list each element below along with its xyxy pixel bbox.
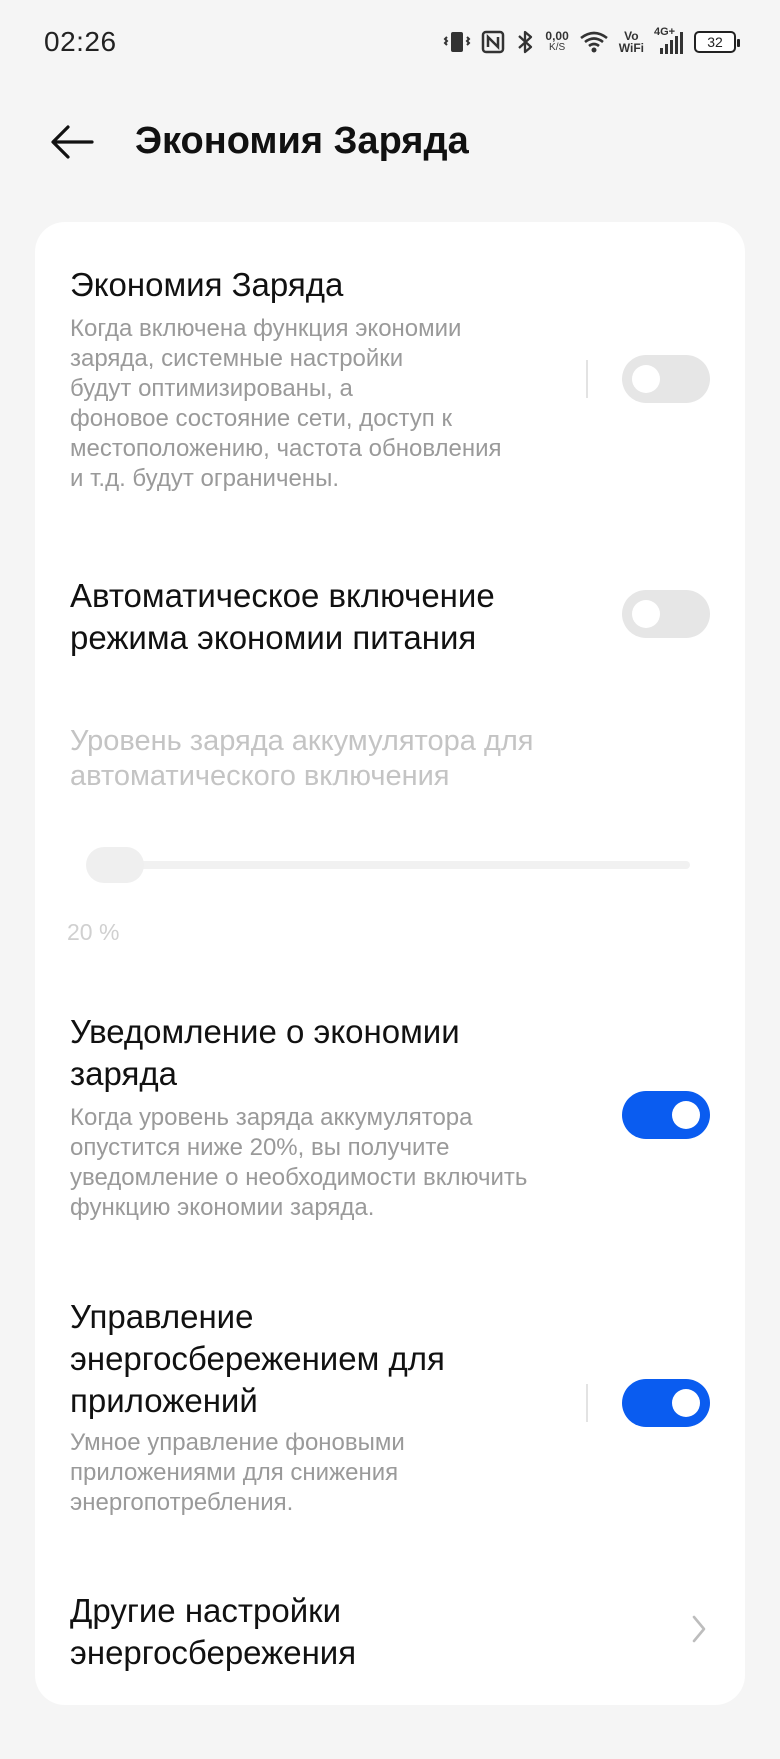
settings-card: Экономия Заряда Когда включена функция э…: [35, 222, 745, 1705]
notify-desc-line: уведомление о необходимости включить: [70, 1164, 528, 1191]
net-speed: 0,00 K/S: [545, 30, 568, 54]
wifi-icon: [579, 30, 609, 54]
nfc-icon: [481, 30, 505, 54]
other-power-title-line: Другие настройки: [70, 1592, 342, 1629]
page-title: Экономия Заряда: [135, 120, 469, 162]
app-power-title-line: Управление: [70, 1298, 254, 1335]
net-speed-value: 0,00: [545, 29, 569, 43]
back-button[interactable]: [44, 118, 100, 166]
vibrate-icon: [443, 30, 471, 54]
auto-enable-title-line: режима экономии питания: [70, 619, 477, 656]
bluetooth-icon: [515, 29, 535, 55]
arrow-left-icon: [51, 125, 94, 159]
slider-thumb[interactable]: [86, 847, 144, 883]
auto-enable-title-line: Автоматическое включение: [70, 577, 495, 614]
toggle-knob: [672, 1101, 700, 1129]
app-power-desc-line: приложениями для снижения: [70, 1459, 399, 1486]
auto-level-label-line: автоматического включения: [70, 760, 450, 792]
notify-desc-line: функцию экономии заряда.: [70, 1194, 375, 1221]
battery-saver-desc-line: фоновое состояние сети, доступ к: [70, 405, 452, 432]
battery-saver-desc-line: и т.д. будут ограничены.: [70, 465, 339, 492]
status-bar: 02:26 0,00 K/S Vo WiFi 4G+ 32: [0, 0, 780, 84]
notify-title-line: Уведомление о экономии: [70, 1013, 460, 1050]
status-time: 02:26: [44, 26, 117, 57]
network-type: 4G+: [654, 26, 676, 38]
app-power-desc-line: энергопотребления.: [70, 1489, 294, 1516]
battery-saver-title: Экономия Заряда: [70, 266, 344, 303]
notify-desc-line: опустится ниже 20%, вы получите: [70, 1134, 450, 1161]
divider: [586, 1384, 588, 1422]
vowifi-indicator: Vo WiFi: [619, 30, 644, 54]
app-power-toggle[interactable]: [622, 1379, 710, 1427]
battery-level: 32: [707, 34, 723, 50]
other-power-title-line: энергосбережения: [70, 1634, 357, 1671]
app-power-title-line: энергосбережением для: [70, 1340, 445, 1377]
battery-saver-desc-line: будут оптимизированы, а: [70, 375, 353, 402]
auto-level-slider[interactable]: [86, 847, 690, 883]
app-header: Экономия Заряда: [0, 100, 780, 184]
battery-saver-desc-line: местоположению, частота обновления: [70, 435, 502, 462]
chevron-right-icon: [687, 1611, 711, 1647]
auto-level-value: 20 %: [67, 919, 120, 945]
toggle-knob: [672, 1389, 700, 1417]
auto-enable-toggle[interactable]: [622, 590, 710, 638]
divider: [586, 360, 588, 398]
status-icons: 0,00 K/S Vo WiFi 4G+ 32: [443, 26, 740, 56]
battery-saver-desc-line: Когда включена функция экономии: [70, 315, 462, 342]
battery-icon: 32: [694, 31, 740, 53]
notify-toggle[interactable]: [622, 1091, 710, 1139]
app-power-title-line: приложений: [70, 1382, 258, 1419]
auto-level-label-line: Уровень заряда аккумулятора для: [70, 725, 534, 757]
net-speed-unit: K/S: [549, 42, 566, 53]
signal-icon: 4G+: [654, 26, 684, 56]
battery-saver-toggle[interactable]: [622, 355, 710, 403]
toggle-knob: [632, 600, 660, 628]
notify-title-line: заряда: [70, 1055, 177, 1092]
vowifi-bottom: WiFi: [618, 41, 644, 55]
notify-desc-line: Когда уровень заряда аккумулятора: [70, 1104, 473, 1131]
battery-saver-desc-line: заряда, системные настройки: [70, 345, 404, 372]
app-power-desc-line: Умное управление фоновыми: [70, 1429, 405, 1456]
toggle-knob: [632, 365, 660, 393]
